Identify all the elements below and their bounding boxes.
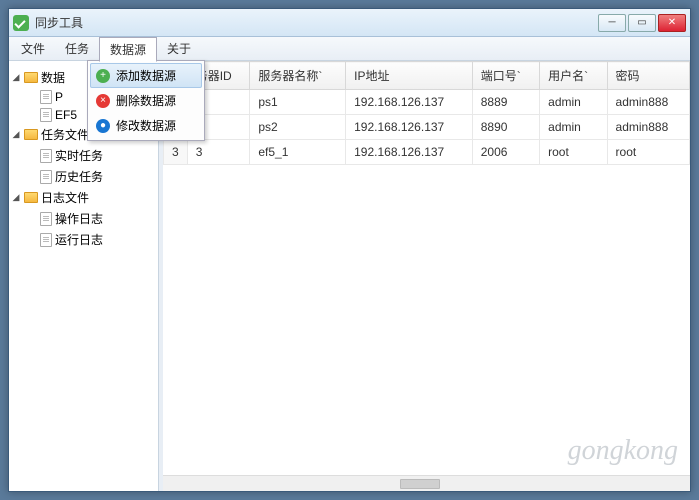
tree-label: 运行日志 bbox=[55, 231, 103, 248]
tree-label: 实时任务 bbox=[55, 147, 103, 164]
menu-datasource[interactable]: 数据源 bbox=[99, 37, 157, 62]
titlebar[interactable]: 同步工具 ─ ▭ ✕ bbox=[9, 9, 690, 37]
table-cell[interactable]: root bbox=[540, 140, 607, 165]
table-cell[interactable]: 192.168.126.137 bbox=[346, 90, 473, 115]
maximize-button[interactable]: ▭ bbox=[628, 14, 656, 32]
table-cell[interactable]: ef5_1 bbox=[250, 140, 346, 165]
close-button[interactable]: ✕ bbox=[658, 14, 686, 32]
table-cell[interactable]: ps2 bbox=[250, 115, 346, 140]
file-icon bbox=[40, 90, 52, 104]
dropdown-label: 添加数据源 bbox=[116, 67, 176, 84]
dropdown-label: 修改数据源 bbox=[116, 117, 176, 134]
circle-icon: ● bbox=[96, 119, 110, 133]
table-cell[interactable]: 8889 bbox=[472, 90, 539, 115]
tree-node-runlog[interactable]: 运行日志 bbox=[11, 229, 156, 250]
expand-arrow-icon[interactable]: ◢ bbox=[11, 192, 21, 203]
x-icon: × bbox=[96, 94, 110, 108]
dropdown-label: 删除数据源 bbox=[116, 92, 176, 109]
table-row[interactable]: 33ef5_1192.168.126.1372006rootroot bbox=[164, 140, 690, 165]
menu-about[interactable]: 关于 bbox=[157, 37, 201, 60]
expand-arrow-icon[interactable]: ◢ bbox=[11, 129, 21, 140]
table-cell[interactable]: 192.168.126.137 bbox=[346, 115, 473, 140]
col-user[interactable]: 用户名` bbox=[540, 62, 607, 90]
file-icon bbox=[40, 108, 52, 122]
col-server-name[interactable]: 服务器名称` bbox=[250, 62, 346, 90]
col-ip[interactable]: IP地址 bbox=[346, 62, 473, 90]
window-title: 同步工具 bbox=[35, 14, 598, 31]
data-grid[interactable]: 务器ID 服务器名称` IP地址 端口号` 用户名` 密码 1ps1192.16… bbox=[163, 61, 690, 475]
table-header-row: 务器ID 服务器名称` IP地址 端口号` 用户名` 密码 bbox=[164, 62, 690, 90]
expand-arrow-icon[interactable]: ◢ bbox=[11, 72, 21, 83]
plus-icon: + bbox=[96, 69, 110, 83]
table-cell[interactable]: root bbox=[607, 140, 689, 165]
table-cell[interactable]: 3 bbox=[187, 140, 250, 165]
app-icon bbox=[13, 15, 29, 31]
dropdown-modify-datasource[interactable]: ● 修改数据源 bbox=[90, 113, 202, 138]
table-row[interactable]: 1ps1192.168.126.1378889adminadmin888 bbox=[164, 90, 690, 115]
dropdown-add-datasource[interactable]: + 添加数据源 bbox=[90, 63, 202, 88]
tree-label: 操作日志 bbox=[55, 210, 103, 227]
file-icon bbox=[40, 233, 52, 247]
rownum-cell: 3 bbox=[164, 140, 188, 165]
watermark: gongkong bbox=[568, 435, 678, 467]
table-cell[interactable]: 8890 bbox=[472, 115, 539, 140]
table-cell[interactable]: 192.168.126.137 bbox=[346, 140, 473, 165]
table-cell[interactable]: ps1 bbox=[250, 90, 346, 115]
folder-icon bbox=[24, 192, 38, 203]
col-port[interactable]: 端口号` bbox=[472, 62, 539, 90]
file-icon bbox=[40, 170, 52, 184]
tree-label: EF5 bbox=[55, 108, 77, 122]
scroll-thumb[interactable] bbox=[400, 479, 440, 489]
col-password[interactable]: 密码 bbox=[607, 62, 689, 90]
tree-node-realtime[interactable]: 实时任务 bbox=[11, 145, 156, 166]
menu-file[interactable]: 文件 bbox=[11, 37, 55, 60]
tree-label: 历史任务 bbox=[55, 168, 103, 185]
table-row[interactable]: 22ps2192.168.126.1378890adminadmin888 bbox=[164, 115, 690, 140]
table-cell[interactable]: admin888 bbox=[607, 115, 689, 140]
minimize-button[interactable]: ─ bbox=[598, 14, 626, 32]
table-cell[interactable]: 2006 bbox=[472, 140, 539, 165]
table-cell[interactable]: admin bbox=[540, 115, 607, 140]
file-icon bbox=[40, 149, 52, 163]
menubar: 文件 任务 数据源 关于 + 添加数据源 × 删除数据源 ● 修改数据源 bbox=[9, 37, 690, 61]
menu-task[interactable]: 任务 bbox=[55, 37, 99, 60]
tree-label: 日志文件 bbox=[41, 189, 89, 206]
folder-icon bbox=[24, 129, 38, 140]
tree-label: 数据 bbox=[41, 69, 65, 86]
tree-node-oplog[interactable]: 操作日志 bbox=[11, 208, 156, 229]
tree-label: P bbox=[55, 90, 63, 104]
app-window: 同步工具 ─ ▭ ✕ 文件 任务 数据源 关于 + 添加数据源 × 删除数据源 … bbox=[8, 8, 691, 492]
folder-icon bbox=[24, 72, 38, 83]
tree-node-history[interactable]: 历史任务 bbox=[11, 166, 156, 187]
tree-node-logfiles[interactable]: ◢ 日志文件 bbox=[11, 187, 156, 208]
dropdown-delete-datasource[interactable]: × 删除数据源 bbox=[90, 88, 202, 113]
main-panel: 务器ID 服务器名称` IP地址 端口号` 用户名` 密码 1ps1192.16… bbox=[163, 61, 690, 491]
table-cell[interactable]: admin bbox=[540, 90, 607, 115]
horizontal-scrollbar[interactable] bbox=[163, 475, 690, 491]
table-cell[interactable]: admin888 bbox=[607, 90, 689, 115]
file-icon bbox=[40, 212, 52, 226]
datasource-dropdown: + 添加数据源 × 删除数据源 ● 修改数据源 bbox=[87, 60, 205, 141]
tree-label: 任务文件 bbox=[41, 126, 89, 143]
